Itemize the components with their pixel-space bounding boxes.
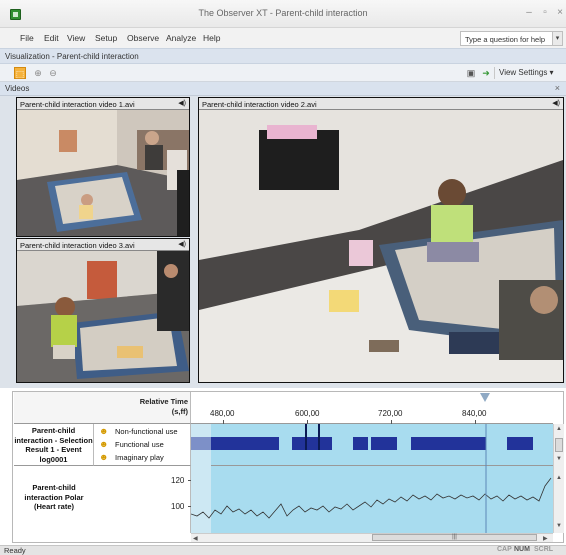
time-tick-label: 480,00 <box>210 409 235 418</box>
video-panel-2[interactable]: Parent-child interaction video 2.avi ◀) <box>198 97 564 383</box>
view-settings-button[interactable]: View Settings ▾ <box>499 68 554 77</box>
behavior-list: ☻ Non-functional use ☻ Functional use ☻ … <box>94 424 191 466</box>
person-icon: ☻ <box>99 452 109 462</box>
y-tick-label: 120 <box>171 476 185 485</box>
video-panel-1[interactable]: Parent-child interaction video 1.avi ◀) <box>16 97 190 237</box>
video-3-frame <box>17 251 189 382</box>
scroll-right-icon[interactable]: ▶ <box>543 535 548 542</box>
menu-view[interactable]: View <box>67 33 85 43</box>
export-icon[interactable]: ➜ <box>480 67 492 79</box>
scroll-down-icon[interactable]: ▼ <box>556 523 562 529</box>
time-tick-label: 840,00 <box>462 409 487 418</box>
y-tick-label: 100 <box>171 502 185 511</box>
videos-close-icon[interactable]: × <box>555 83 560 93</box>
vertical-scroll-thumb[interactable] <box>555 438 563 452</box>
menu-setup[interactable]: Setup <box>95 33 117 43</box>
visualization-title-bar: Visualization - Parent-child interaction <box>0 48 566 64</box>
camera-icon[interactable]: ▣ <box>465 67 477 79</box>
video-1-title: Parent-child interaction video 1.avi <box>20 100 135 109</box>
video-panel-3[interactable]: Parent-child interaction video 3.avi ◀) <box>16 238 190 383</box>
video-1-title-bar: Parent-child interaction video 1.avi ◀) <box>17 98 189 110</box>
menu-help[interactable]: Help <box>203 33 220 43</box>
relative-time-line1: Relative Time <box>139 397 188 406</box>
help-dropdown-icon[interactable]: ▾ <box>553 31 563 46</box>
vertical-scrollbar[interactable]: ▲ ▼ ▲ ▼ <box>553 424 564 533</box>
minimize-icon[interactable]: – <box>522 6 536 20</box>
event-bars <box>191 424 533 466</box>
video-2-image <box>199 110 563 382</box>
heart-rate-label: Parent-child interaction Polar (Heart ra… <box>24 483 84 511</box>
event-track[interactable] <box>191 424 553 466</box>
time-ruler[interactable] <box>191 392 553 424</box>
heart-rate-plot[interactable] <box>190 466 553 533</box>
toolbar-separator <box>494 67 495 79</box>
zoom-in-icon[interactable]: ⊕ <box>32 67 44 79</box>
person-icon: ☻ <box>99 426 109 436</box>
videos-header-label: Videos <box>5 84 30 93</box>
visualization-title: Visualization - Parent-child interaction <box>5 52 139 61</box>
menu-observe[interactable]: Observe <box>127 33 159 43</box>
speaker-icon[interactable]: ◀) <box>552 99 560 107</box>
title-bar: The Observer XT - Parent-child interacti… <box>0 0 566 28</box>
visualization-toolbar: ⬚ ⊕ ⊖ ▣ ➜ View Settings ▾ <box>0 64 566 82</box>
scroll-down-icon[interactable]: ▼ <box>556 456 562 462</box>
video-area: Parent-child interaction video 1.avi ◀) <box>0 96 566 388</box>
speaker-icon[interactable]: ◀) <box>178 240 186 248</box>
relative-time-line2: (s,ff) <box>171 407 188 416</box>
playhead-marker-icon[interactable] <box>480 393 490 402</box>
window-title: The Observer XT - Parent-child interacti… <box>198 8 368 18</box>
scroll-up-icon[interactable]: ▲ <box>556 475 562 481</box>
status-text: Ready <box>4 546 26 555</box>
heart-rate-line <box>190 466 552 533</box>
video-2-frame <box>199 110 563 382</box>
video-3-image <box>17 251 189 382</box>
select-tool-icon[interactable]: ⬚ <box>14 67 26 79</box>
caps-indicator: CAP <box>497 546 512 553</box>
menu-analyze[interactable]: Analyze <box>166 33 196 43</box>
video-2-title-bar: Parent-child interaction video 2.avi ◀) <box>199 98 563 110</box>
speaker-icon[interactable]: ◀) <box>178 99 186 107</box>
scroll-lock-indicator: SCRL <box>534 546 554 553</box>
status-bar <box>0 545 566 555</box>
video-1-frame <box>17 110 189 236</box>
horizontal-scroll-thumb[interactable]: ||| <box>372 534 537 541</box>
zoom-out-icon[interactable]: ⊖ <box>47 67 59 79</box>
behavior-item: ☻ Non-functional use <box>99 426 178 436</box>
videos-header: Videos × <box>0 82 566 96</box>
menu-file[interactable]: File <box>20 33 34 43</box>
help-search-input[interactable]: Type a question for help <box>460 31 553 46</box>
behavior-item: ☻ Functional use <box>99 439 164 449</box>
video-3-title-bar: Parent-child interaction video 3.avi ◀) <box>17 239 189 251</box>
menu-edit[interactable]: Edit <box>44 33 59 43</box>
time-tick-label: 720,00 <box>378 409 403 418</box>
event-log-label: Parent-child interaction - Selection Res… <box>14 424 94 466</box>
video-2-title: Parent-child interaction video 2.avi <box>202 100 317 109</box>
close-icon[interactable]: × <box>553 6 566 20</box>
video-1-image <box>17 110 189 236</box>
relative-time-label: Relative Time (s,ff) <box>100 397 188 417</box>
maximize-icon[interactable]: ▫ <box>538 6 552 20</box>
scroll-up-icon[interactable]: ▲ <box>556 426 562 432</box>
num-indicator: NUM <box>514 546 530 553</box>
behavior-item: ☻ Imaginary play <box>99 452 164 462</box>
person-icon: ☻ <box>99 439 109 449</box>
scroll-left-icon[interactable]: ◀ <box>193 535 198 542</box>
video-3-title: Parent-child interaction video 3.avi <box>20 241 135 250</box>
time-tick-label: 600,00 <box>295 409 320 418</box>
